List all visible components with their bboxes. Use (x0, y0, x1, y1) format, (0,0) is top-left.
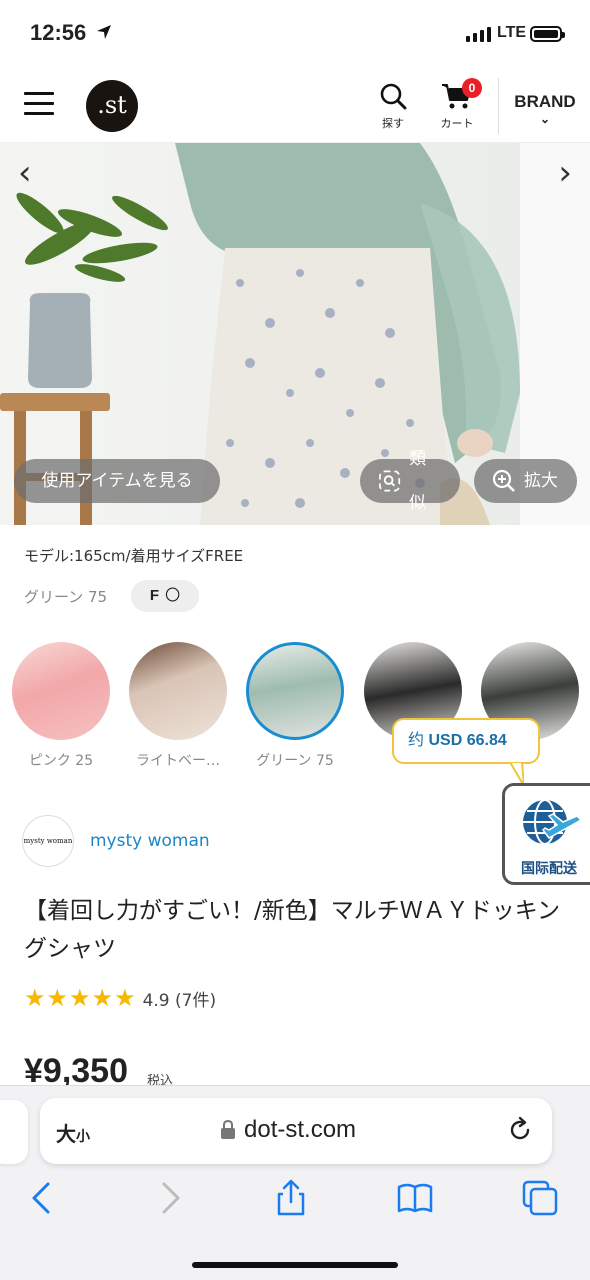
selected-color-label: グリーン 75 (24, 588, 108, 606)
status-time: 12:56 (30, 20, 87, 45)
text-size-big: 大 (56, 1122, 76, 1146)
back-icon[interactable] (22, 1178, 62, 1218)
swatch-image (246, 642, 344, 740)
product-image-carousel[interactable]: ‹ › 使用アイテムを見る 類似 拡大 (0, 143, 590, 525)
previous-tab-preview[interactable] (0, 1100, 28, 1164)
swatch-image (12, 642, 110, 740)
rating-stars-icon: ★★★★★ (24, 984, 137, 1012)
usd-price-tooltip[interactable]: 约 USD 66.84 (392, 718, 540, 764)
view-used-items-button[interactable]: 使用アイテムを見る (14, 459, 220, 503)
swatch-label: ライトベー… (136, 753, 220, 769)
cart-button[interactable]: 0 カート (436, 78, 482, 131)
size-label: F (149, 587, 160, 604)
size-stock: 〇 (165, 587, 181, 604)
chevron-down-icon: ⌄ (539, 112, 551, 126)
carousel-next-icon[interactable]: › (558, 153, 572, 193)
forward-icon[interactable] (150, 1178, 190, 1218)
lock-icon (221, 1120, 235, 1139)
usd-value: USD 66.84 (428, 732, 507, 749)
search-button[interactable]: 探す (376, 82, 410, 131)
status-bar: 12:56 LTE (0, 0, 590, 70)
network-type: LTE (497, 24, 527, 41)
text-size-button[interactable]: 大小 (56, 1118, 90, 1147)
usd-prefix: 约 (408, 732, 425, 749)
menu-icon[interactable] (24, 92, 54, 116)
zoom-label: 拡大 (524, 471, 558, 491)
shop-logo[interactable]: mysty woman (22, 815, 74, 867)
similar-items-button[interactable]: 類似 (360, 449, 460, 513)
view-used-items-label: 使用アイテムを見る (41, 471, 193, 491)
url-text: dot-st.com (244, 1116, 357, 1143)
globe-plane-icon (523, 799, 583, 845)
rating[interactable]: ★★★★★ 4.9 (7件) (24, 984, 216, 1012)
cart-count-badge: 0 (462, 78, 482, 98)
search-label: 探す (382, 117, 404, 130)
bookmarks-icon[interactable] (395, 1178, 435, 1218)
browser-toolbar: 大小 dot-st.com (0, 1085, 590, 1280)
header-divider (498, 78, 499, 134)
color-swatch[interactable]: ピンク 25 (11, 642, 111, 770)
home-indicator (192, 1262, 398, 1268)
zoom-in-icon (492, 469, 515, 492)
swatch-label: ピンク 25 (28, 753, 94, 769)
address-bar[interactable]: 大小 dot-st.com (40, 1098, 552, 1164)
site-header: .st 探す 0 カート BRAND ⌄ (0, 70, 590, 143)
intl-shipping-label: 国际配送 (521, 861, 577, 877)
international-shipping-button[interactable]: 国际配送 (502, 783, 590, 885)
zoom-button[interactable]: 拡大 (474, 459, 577, 503)
similar-label: 類似 (409, 449, 427, 513)
swatch-label: グリーン 75 (256, 753, 334, 769)
swatch-image (129, 642, 227, 740)
brand-label: BRAND (514, 92, 576, 111)
battery-icon (530, 26, 565, 42)
url-display: dot-st.com (220, 1116, 356, 1144)
model-info: モデル:165cm/着用サイズFREE (24, 547, 244, 565)
image-search-icon (379, 470, 401, 492)
size-chip[interactable]: F〇 (131, 580, 199, 612)
color-swatch-selected[interactable]: グリーン 75 (245, 642, 345, 770)
signal-icon (466, 27, 491, 42)
product-title: 【着回し力がすごい！/新色】マルチＷＡＹドッキングシャツ (24, 898, 561, 962)
brand-menu-button[interactable]: BRAND ⌄ (512, 92, 578, 126)
browser-nav-row (0, 1178, 590, 1226)
carousel-prev-icon[interactable]: ‹ (18, 153, 32, 193)
site-logo[interactable]: .st (86, 80, 138, 132)
location-arrow-icon (97, 25, 111, 39)
color-swatch[interactable]: ライトベー… (128, 642, 228, 770)
rating-value: 4.9 (7件) (142, 990, 217, 1011)
shop-name-link[interactable]: mysty woman (90, 831, 210, 851)
share-icon[interactable] (271, 1178, 311, 1218)
reload-icon[interactable] (506, 1116, 534, 1144)
cart-label: カート (440, 117, 474, 130)
search-icon (380, 83, 407, 110)
tabs-icon[interactable] (520, 1178, 560, 1218)
text-size-small: 小 (76, 1129, 90, 1145)
